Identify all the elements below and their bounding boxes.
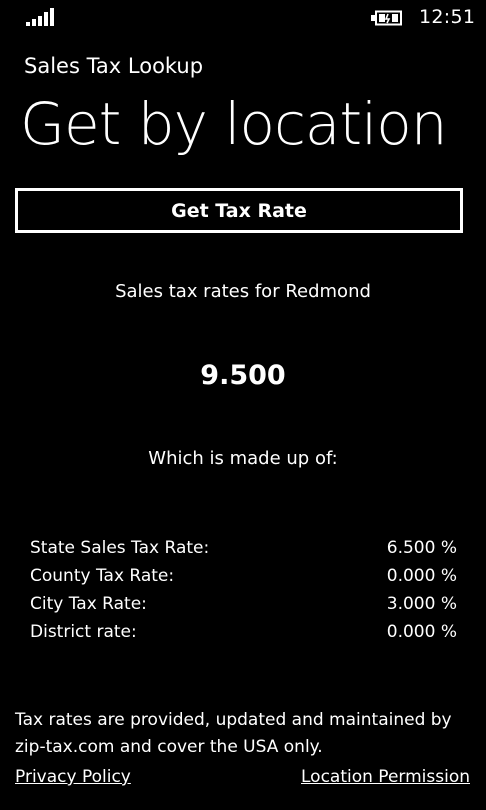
- breakdown-heading: Which is made up of:: [148, 448, 338, 469]
- rate-value: 0.000 %: [386, 566, 457, 586]
- location-permission-link[interactable]: Location Permission: [301, 765, 470, 789]
- rate-value: 0.000 %: [386, 622, 457, 642]
- rate-value: 3.000 %: [386, 594, 457, 614]
- get-tax-rate-button[interactable]: Get Tax Rate: [15, 188, 463, 233]
- data-source-disclaimer: Tax rates are provided, updated and main…: [15, 710, 452, 757]
- rate-breakdown-table: State Sales Tax Rate: 6.500 % County Tax…: [30, 537, 457, 649]
- battery-charging-icon: [371, 10, 402, 26]
- rate-row-state: State Sales Tax Rate: 6.500 %: [30, 537, 457, 565]
- page-title: Get by location: [20, 90, 448, 158]
- rate-label: County Tax Rate:: [30, 566, 175, 586]
- rate-row-city: City Tax Rate: 3.000 %: [30, 593, 457, 621]
- rate-label: State Sales Tax Rate:: [30, 538, 210, 558]
- rate-value: 6.500 %: [386, 538, 457, 558]
- rate-row-county: County Tax Rate: 0.000 %: [30, 565, 457, 593]
- signal-strength-icon: [26, 8, 54, 26]
- privacy-policy-link[interactable]: Privacy Policy: [15, 765, 131, 789]
- rates-location-label: Sales tax rates for Redmond: [115, 281, 371, 302]
- rate-label: District rate:: [30, 622, 137, 642]
- status-time: 12:51: [419, 6, 476, 28]
- total-tax-rate: 9.500: [200, 360, 286, 391]
- rate-label: City Tax Rate:: [30, 594, 147, 614]
- app-title: Sales Tax Lookup: [24, 54, 204, 78]
- status-bar: 12:51: [0, 0, 486, 34]
- rate-row-district: District rate: 0.000 %: [30, 621, 457, 649]
